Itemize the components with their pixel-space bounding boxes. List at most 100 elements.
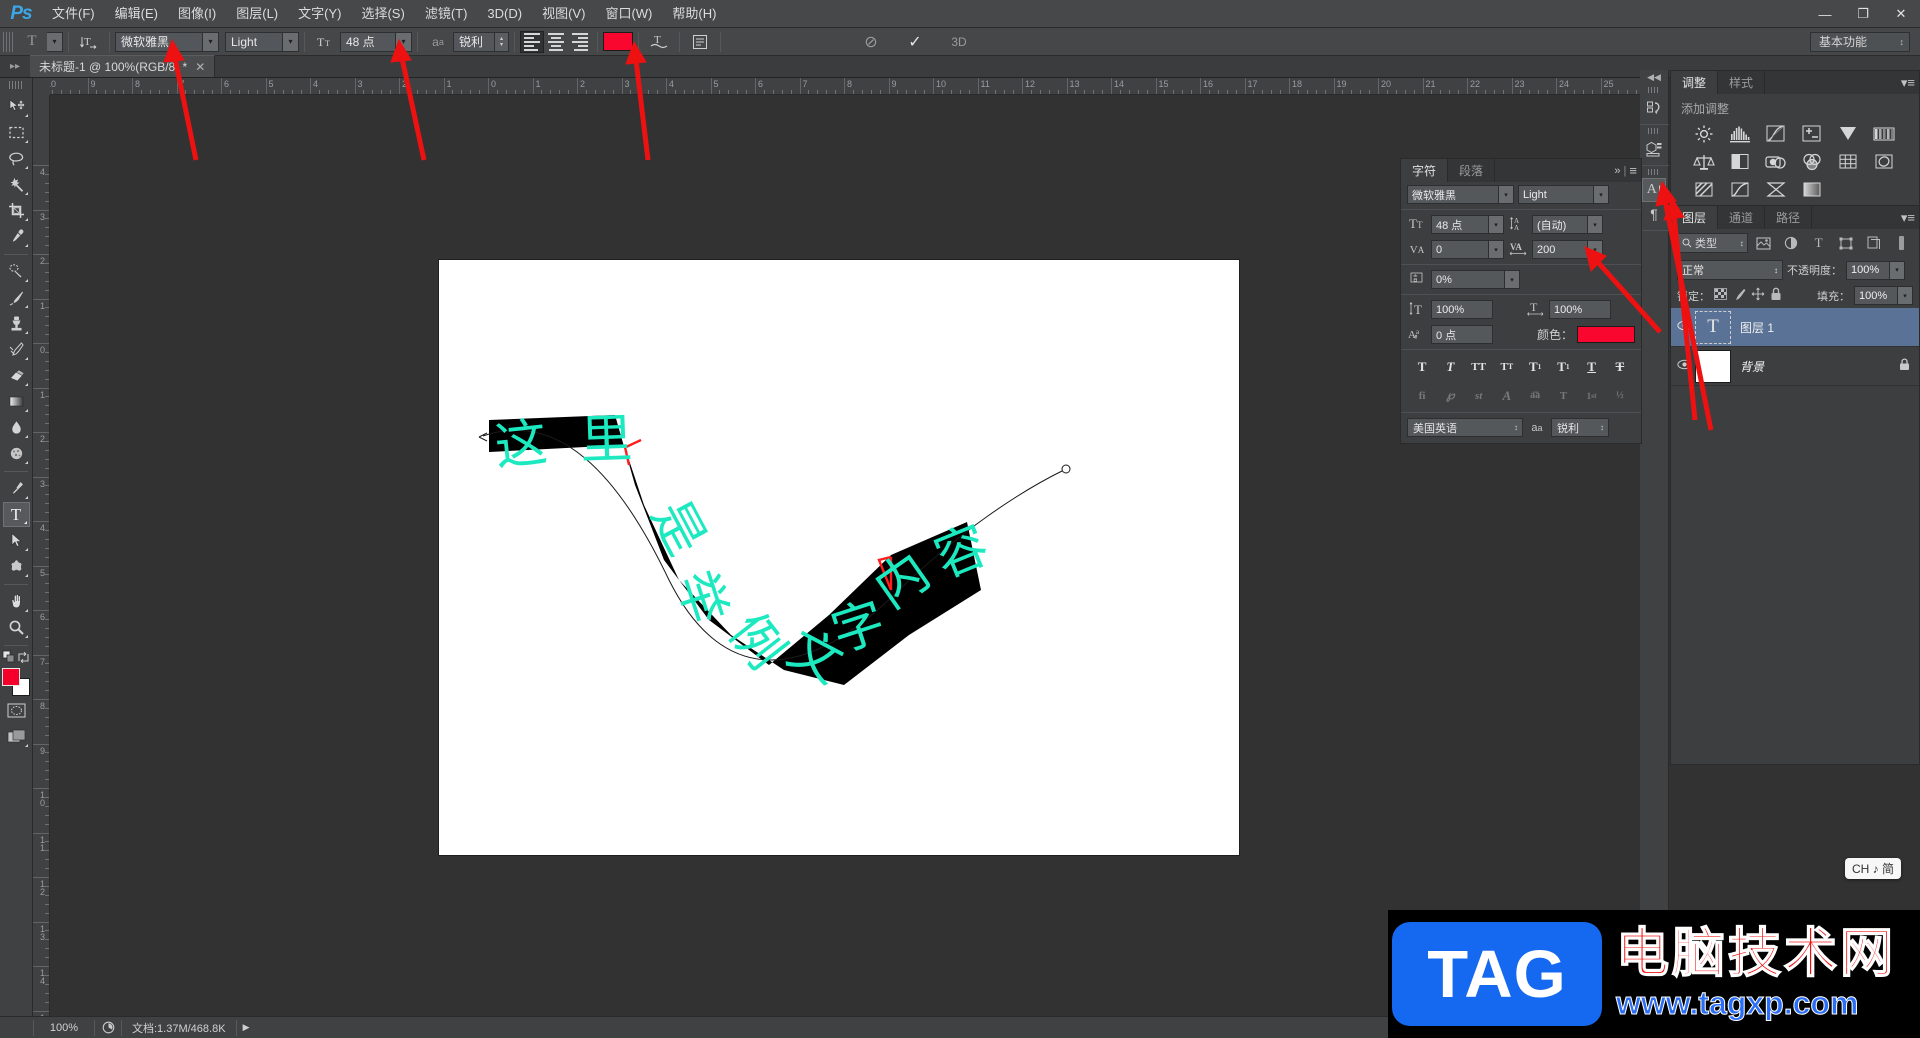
adjustments-panel-menu-icon[interactable]: ▾≡: [1901, 75, 1915, 91]
char-kerning-chevron-icon[interactable]: ▾: [1489, 240, 1504, 259]
font-size-picker[interactable]: 48 点 ▾: [340, 31, 412, 52]
char-font-family-picker[interactable]: 微软雅黑 ▾: [1407, 185, 1514, 204]
titling-alternates-button[interactable]: T: [1552, 386, 1574, 405]
gradient-map-icon[interactable]: [1795, 177, 1829, 203]
menu-3d[interactable]: 3D(D): [477, 0, 532, 28]
char-font-family-chevron-icon[interactable]: ▾: [1499, 185, 1514, 204]
fractions-button[interactable]: ½: [1609, 386, 1631, 405]
ordinals-button[interactable]: 1st: [1581, 386, 1603, 405]
collapse-panels-icon[interactable]: ◀◀: [1640, 70, 1669, 84]
zoom-tool[interactable]: [3, 615, 30, 640]
color-balance-icon[interactable]: [1687, 149, 1721, 175]
underline-button[interactable]: T: [1581, 357, 1603, 376]
char-font-size-picker[interactable]: 48 点 ▾: [1431, 215, 1504, 234]
font-size-chevron-icon[interactable]: ▾: [396, 31, 412, 52]
channel-mixer-icon[interactable]: [1795, 149, 1829, 175]
tab-layers[interactable]: 图层: [1671, 206, 1719, 229]
layer-filter-type-select[interactable]: 类型: [1677, 233, 1748, 253]
magic-wand-tool[interactable]: [3, 172, 30, 197]
align-center-button[interactable]: [544, 31, 568, 53]
tool-preset-picker[interactable]: T ▾: [17, 31, 63, 53]
eraser-tool[interactable]: [3, 363, 30, 388]
horizontal-type-tool[interactable]: T: [2, 502, 30, 527]
strikethrough-button[interactable]: T: [1609, 357, 1631, 376]
char-font-style-value[interactable]: Light: [1518, 185, 1594, 204]
character-panel-icon[interactable]: A |: [1642, 178, 1666, 202]
levels-icon[interactable]: [1723, 121, 1757, 147]
char-kerning-value[interactable]: 0: [1431, 240, 1489, 259]
blur-tool[interactable]: [3, 415, 30, 440]
subscript-button[interactable]: T1: [1552, 357, 1574, 376]
filter-pixel-icon[interactable]: [1752, 233, 1776, 253]
layer-thumbnail[interactable]: T: [1695, 310, 1731, 344]
toggle-text-orientation-icon[interactable]: T: [74, 31, 104, 53]
pen-tool[interactable]: [3, 476, 30, 501]
char-tracking-chevron-icon[interactable]: ▾: [1588, 240, 1603, 259]
char-font-family-value[interactable]: 微软雅黑: [1407, 185, 1499, 204]
dock-grip[interactable]: [1648, 169, 1660, 175]
exposure-icon[interactable]: [1795, 121, 1829, 147]
char-font-style-chevron-icon[interactable]: ▾: [1594, 185, 1609, 204]
char-font-size-value[interactable]: 48 点: [1431, 215, 1489, 234]
lock-image-pixels-icon[interactable]: [1732, 288, 1746, 304]
dock-grip[interactable]: [1648, 128, 1660, 134]
menu-layer[interactable]: 图层(L): [226, 0, 288, 28]
close-button[interactable]: ✕: [1882, 0, 1920, 28]
superscript-button[interactable]: T1: [1524, 357, 1546, 376]
menu-select[interactable]: 选择(S): [351, 0, 414, 28]
layer-row-text[interactable]: T 图层 1: [1671, 308, 1919, 347]
char-tracking-picker[interactable]: 200 ▾: [1532, 240, 1603, 259]
screen-mode-button[interactable]: [3, 724, 30, 749]
document-tab-close-icon[interactable]: ✕: [195, 60, 205, 74]
fill-value[interactable]: 100%: [1854, 286, 1898, 305]
lock-transparent-pixels-icon[interactable]: [1714, 288, 1727, 303]
history-brush-tool[interactable]: [3, 337, 30, 362]
swap-colors-icon[interactable]: [17, 651, 30, 664]
menu-image[interactable]: 图像(I): [168, 0, 226, 28]
standard-ligatures-button[interactable]: fi: [1411, 386, 1433, 405]
char-scaling-picker[interactable]: 0% ▾: [1431, 270, 1520, 289]
vibrance-icon[interactable]: [1831, 121, 1865, 147]
rectangular-marquee-tool[interactable]: [3, 120, 30, 145]
3d-text-button[interactable]: 3D: [944, 31, 974, 53]
create-warped-text-icon[interactable]: T: [644, 31, 674, 53]
gradient-tool[interactable]: [3, 389, 30, 414]
menu-type[interactable]: 文字(Y): [288, 0, 351, 28]
font-family-picker[interactable]: 微软雅黑 ▾: [115, 31, 219, 52]
tab-character[interactable]: 字符: [1401, 159, 1449, 182]
threshold-icon[interactable]: [1723, 177, 1757, 203]
char-kerning-picker[interactable]: 0 ▾: [1431, 240, 1504, 259]
panel-expand-icon[interactable]: »: [1614, 165, 1620, 177]
document-tab[interactable]: 未标题-1 @ 100%(RGB/8) * ✕: [30, 55, 216, 77]
align-left-button[interactable]: [520, 30, 544, 53]
cancel-edits-icon[interactable]: ⊘: [856, 31, 886, 53]
options-bar-grip[interactable]: [3, 31, 13, 52]
crop-tool[interactable]: [3, 198, 30, 223]
anti-alias-spinner-icon[interactable]: ▴ ▾: [495, 31, 509, 52]
char-leading-value[interactable]: (自动): [1532, 215, 1588, 234]
oldstyle-button[interactable]: a͞a: [1524, 386, 1546, 405]
small-caps-button[interactable]: TT: [1496, 357, 1518, 376]
tab-paths[interactable]: 路径: [1765, 206, 1813, 229]
horizontal-ruler[interactable]: 1098765432101234567891011121314151617181…: [50, 78, 1640, 95]
anti-alias-picker[interactable]: 锐利 ▴ ▾: [453, 31, 509, 52]
layer-visibility-icon[interactable]: [1673, 359, 1695, 373]
layers-panel-menu-icon[interactable]: ▾≡: [1901, 210, 1915, 226]
foreground-color-swatch[interactable]: [2, 668, 20, 686]
history-panel-icon[interactable]: [1642, 96, 1666, 120]
toolbar-grip[interactable]: [9, 81, 23, 89]
font-style-value[interactable]: Light: [225, 31, 283, 52]
char-leading-picker[interactable]: (自动) ▾: [1532, 215, 1603, 234]
char-color-swatch[interactable]: [1577, 326, 1635, 343]
dodge-tool[interactable]: [3, 441, 30, 466]
paragraph-panel-icon[interactable]: ¶: [1642, 202, 1666, 226]
filter-toggle-icon[interactable]: [1889, 233, 1913, 253]
default-colors-icon[interactable]: [2, 650, 16, 664]
blend-mode-select[interactable]: 正常: [1677, 260, 1783, 280]
lock-position-icon[interactable]: [1751, 287, 1765, 304]
posterize-icon[interactable]: [1687, 177, 1721, 203]
tab-channels[interactable]: 通道: [1718, 206, 1766, 229]
vertical-ruler[interactable]: 43210123456789101112131415: [33, 95, 50, 1025]
char-font-size-chevron-icon[interactable]: ▾: [1489, 215, 1504, 234]
workspace-selector[interactable]: 基本功能: [1810, 31, 1910, 52]
